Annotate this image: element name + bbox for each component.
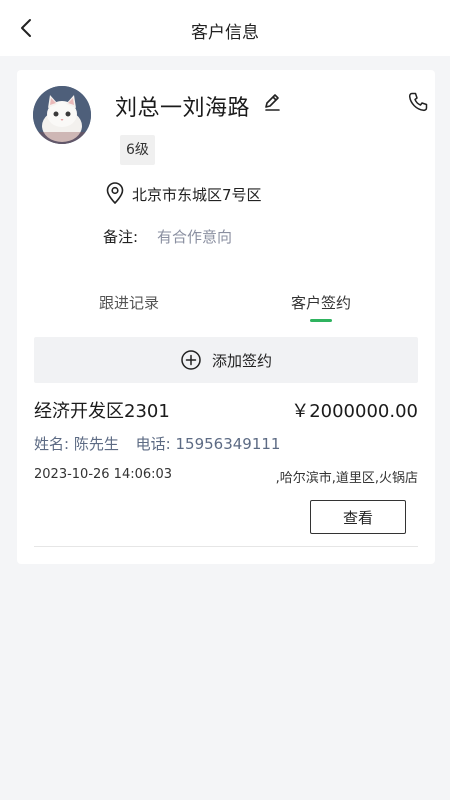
level-badge: 6级 [120,135,155,165]
customer-card: 刘总一刘海路 6级 北京市东城区7号区 备注: 有合作意向 跟进记录 客户签约 … [17,70,435,564]
contact-phone-value: 15956349111 [175,435,281,453]
active-tab-indicator [310,319,332,322]
contact-row: 姓名: 陈先生 电话: 15956349111 [34,433,280,454]
view-button[interactable]: 查看 [310,500,406,534]
customer-address: 北京市东城区7号区 [132,186,262,204]
edit-icon[interactable] [262,92,282,112]
contract-datetime: 2023-10-26 14:06:03 [34,467,173,482]
contact-name-value: 陈先生 [73,435,119,453]
customer-name: 刘总一刘海路 [115,96,251,121]
nav-bar: 客户信息 [0,0,450,56]
contact-phone-label: 电话: [135,435,171,453]
remark-label: 备注: [103,228,139,246]
tab-customer-signing[interactable]: 客户签约 [291,292,351,313]
plus-circle-icon [181,350,201,370]
add-signing-button[interactable]: 添加签约 [34,337,418,383]
contract-title: 经济开发区2301 [34,401,170,422]
add-signing-label: 添加签约 [211,351,272,370]
divider [34,546,418,547]
location-pin-icon [104,181,126,205]
page-title: 客户信息 [191,23,259,43]
contract-location: ,哈尔滨市,道里区,火锅店 [275,471,418,486]
cat-avatar-image [33,86,91,144]
contact-name-label: 姓名: [34,435,70,453]
tab-follow-records[interactable]: 跟进记录 [99,292,159,313]
avatar [33,86,91,144]
contract-amount: ￥2000000.00 [291,401,418,422]
remark-value: 有合作意向 [157,228,233,246]
phone-icon[interactable] [407,91,429,113]
